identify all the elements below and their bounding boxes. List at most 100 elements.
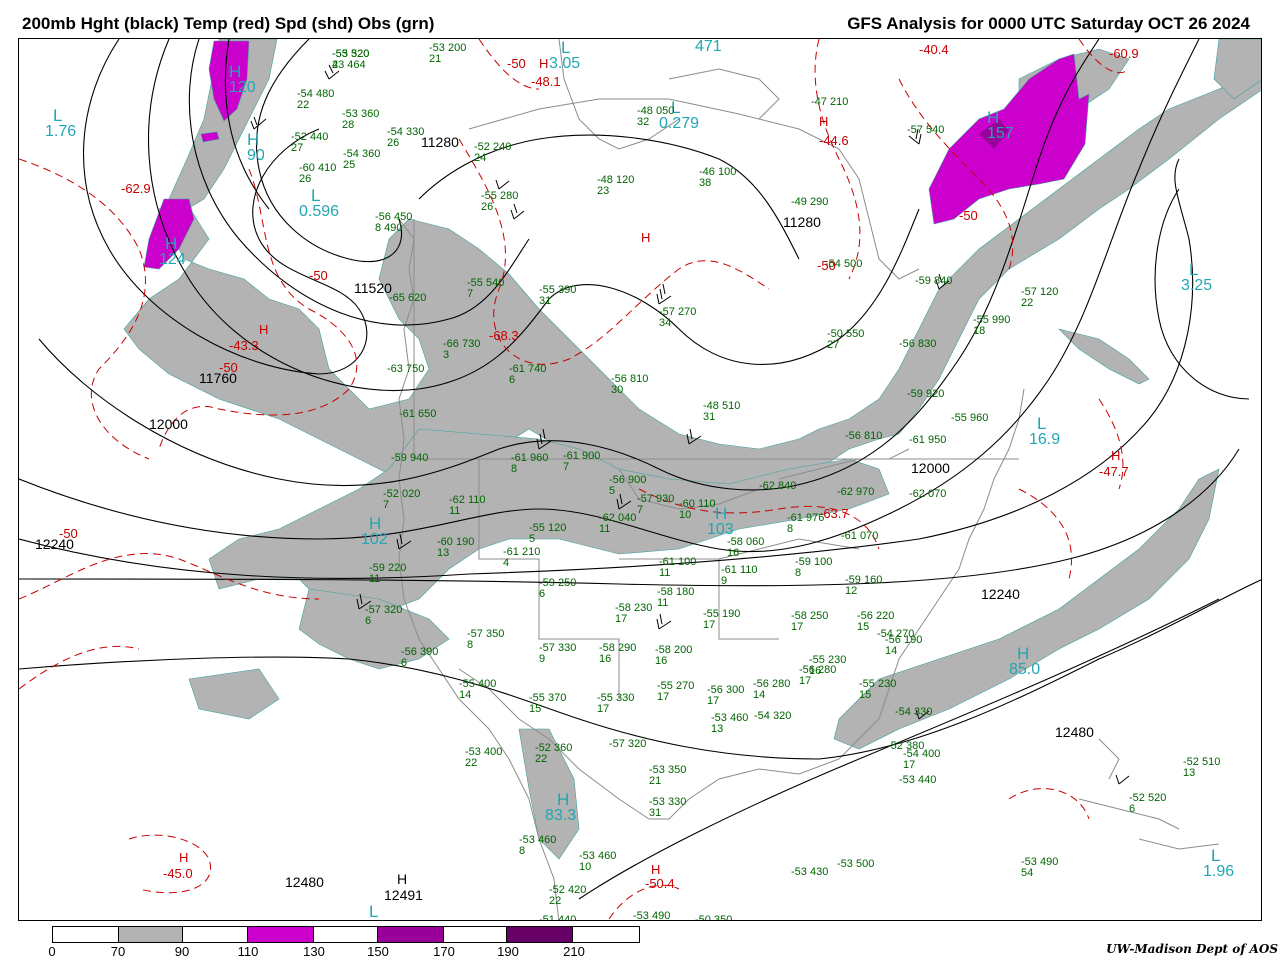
speed-center-value: 3.25: [1181, 277, 1213, 294]
station-plot: -56 450 8 490: [375, 212, 412, 234]
station-dewpoint-depression: 17: [615, 613, 628, 625]
temperature-label: -44.6: [819, 133, 849, 148]
station-dewpoint-depression: 22: [549, 895, 562, 907]
station-plot: -60 190 13: [437, 537, 474, 559]
station-dewpoint-depression: 9: [539, 653, 546, 665]
station-plot: -54 330: [895, 707, 932, 718]
station-plot: -54 320: [754, 711, 791, 722]
legend-tick-label: 90: [174, 944, 190, 959]
station-plot: -47 210: [811, 97, 848, 108]
station-dewpoint-depression: 5: [529, 533, 536, 545]
station-plot: -61 740 6: [509, 364, 546, 386]
station-plot: -63 750: [387, 364, 424, 375]
temperature-label: -47.7: [1099, 464, 1129, 479]
station-plot: -61 960 8: [511, 453, 548, 475]
station-plot: -58 250 17: [791, 611, 828, 633]
speed-center-letter: H: [715, 504, 728, 523]
station-temperature: -57 540: [907, 124, 945, 136]
station-dewpoint-depression: 16: [655, 655, 668, 667]
station-temperature: -50 350: [695, 914, 733, 921]
speed-center: L 0.596: [299, 187, 339, 220]
speed-center: H 120: [229, 63, 256, 96]
speed-center-value: 3.05: [549, 55, 581, 72]
station-plot: -58 290 16: [599, 643, 636, 665]
speed-center-value: 90: [247, 147, 265, 164]
station-dewpoint-depression: 10: [679, 509, 692, 521]
station-temperature: -54 270: [877, 628, 915, 640]
speed-center-value: 1.76: [45, 123, 77, 140]
station-plot: -62 040 11: [599, 513, 636, 535]
station-plot: -57 120 22: [1021, 287, 1058, 309]
station-dewpoint-depression: 10: [579, 861, 592, 873]
station-plot: -59 940: [391, 453, 428, 464]
temperature-high-marker: H: [651, 862, 661, 877]
station-dewpoint-depression: 26: [481, 201, 494, 213]
station-dewpoint-depression: 14: [459, 689, 472, 701]
station-dewpoint-depression: 7: [467, 288, 474, 300]
legend-tick-label: 0: [48, 944, 56, 959]
station-dewpoint-depression: 8: [519, 845, 526, 857]
speed-center-value: 1.96: [1203, 863, 1235, 880]
station-plot: -49 290: [791, 197, 828, 208]
station-plot: -58 060 16: [727, 537, 764, 559]
station-plot: -61 950: [909, 435, 946, 446]
station-plot: -56 810: [845, 431, 882, 442]
speed-center: 471: [695, 39, 722, 55]
legend-bin: [182, 927, 249, 942]
station-dewpoint-depression: 32: [637, 116, 650, 128]
station-dewpoint-depression: 17: [707, 695, 720, 707]
station-plot: -53 49020: [633, 911, 670, 921]
station-temperature: -51 440: [539, 914, 577, 921]
station-dewpoint-depression: 3: [443, 349, 450, 361]
station-plot: -58 200 16: [655, 645, 692, 667]
temperature-label: -50: [309, 268, 328, 283]
station-dewpoint-depression: 24: [474, 152, 487, 164]
station-dewpoint-depression: 16: [809, 665, 822, 677]
speed-center-letter: H: [165, 234, 178, 253]
speed-center-value: 83.3: [545, 807, 577, 824]
speed-center-value: 157: [987, 125, 1014, 142]
station-dewpoint-depression: 4: [332, 59, 339, 71]
speed-center-letter: L: [53, 106, 63, 125]
station-plot: -56 810 30: [611, 374, 648, 396]
speed-center-letter: L: [561, 38, 571, 57]
station-temperature: -54 330: [895, 706, 933, 718]
station-dewpoint-depression: 26: [387, 137, 400, 149]
legend-bin: [248, 927, 315, 942]
speed-center: H 85.0: [1009, 645, 1040, 678]
station-plot: -62 970: [837, 487, 874, 498]
station-dewpoint-depression: 8: [511, 463, 518, 475]
speed-center-letter: H: [987, 108, 1000, 127]
station-dewpoint-depression: 31: [703, 411, 716, 423]
station-plot: -59 220 11: [369, 563, 406, 585]
station-dewpoint-depression: 15: [529, 703, 542, 715]
station-temperature: -56 830: [899, 338, 937, 350]
analysis-time: GFS Analysis for 0000 UTC Saturday OCT 2…: [847, 14, 1250, 33]
station-plot: -57 540: [907, 125, 944, 136]
legend-tick-label: 190: [497, 944, 519, 959]
station-plot: -53 360 28: [342, 109, 379, 131]
station-plot: -51 44026: [539, 915, 576, 921]
station-plot: -53 460 8: [519, 835, 556, 857]
speed-center-value: 0.596: [299, 203, 340, 220]
speed-center-letter: H: [1017, 644, 1030, 663]
station-plot: -55 990 18: [973, 315, 1010, 337]
legend-tick-label: 110: [237, 944, 259, 959]
temperature-label: -48.1: [531, 74, 561, 89]
station-dewpoint-depression: 11: [599, 523, 611, 535]
station-temperature: -49 290: [791, 196, 829, 208]
station-plot: -65 620: [389, 293, 426, 304]
station-plot: -46 100 38: [699, 167, 736, 189]
station-plot: -61 650: [399, 409, 436, 420]
station-plot: -58 180 11: [657, 587, 694, 609]
station-temperature: -54 320: [754, 710, 792, 722]
station-dewpoint-depression: 8: [787, 523, 794, 535]
station-dewpoint-depression: 26: [299, 173, 312, 185]
speed-center: H 90: [247, 131, 265, 164]
station-plot: -55 960: [951, 413, 988, 424]
station-temperature: -61 070: [841, 530, 879, 542]
temperature-label: -50: [959, 208, 978, 223]
station-plot: -52 420 22: [549, 885, 586, 907]
station-plot: -60 110 10: [679, 499, 716, 521]
station-dewpoint-depression: 16: [727, 547, 740, 559]
